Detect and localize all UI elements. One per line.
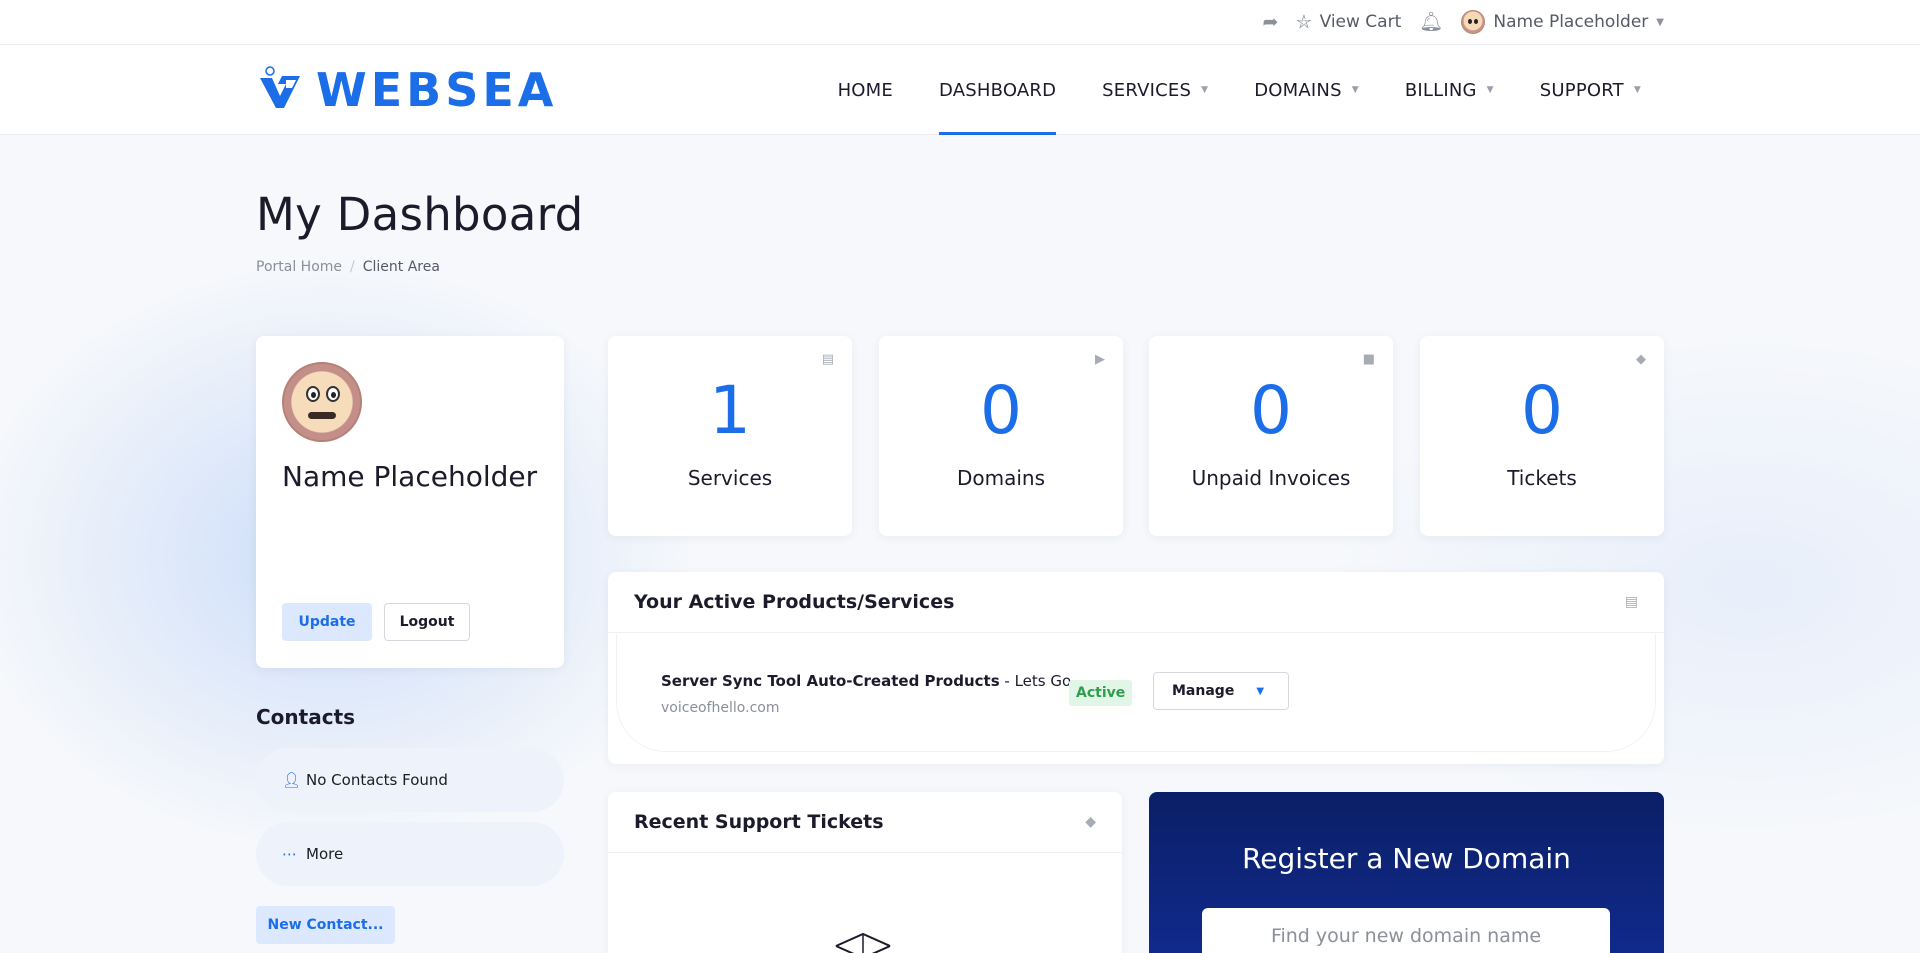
logo-text: WEBSEA (316, 63, 558, 117)
breadcrumb-portal-home[interactable]: Portal Home (256, 259, 342, 275)
no-contacts-label: No Contacts Found (306, 771, 448, 789)
bell-icon[interactable]: 🔔︎ (1419, 12, 1443, 32)
recent-tickets-panel: Recent Support Tickets ◆ (608, 792, 1122, 953)
basket-icon: ⛦ (1296, 10, 1312, 33)
share-icon[interactable]: ➦ (1262, 12, 1278, 32)
product-domain: voiceofhello.com (661, 700, 780, 716)
user-menu[interactable]: Name Placeholder ▼ (1461, 10, 1664, 34)
list-item-more[interactable]: ⋯ More (256, 822, 564, 886)
domain-search-input[interactable] (1202, 908, 1610, 953)
stat-label: Domains (956, 466, 1046, 490)
server-icon: ▤ (821, 352, 834, 367)
logout-button[interactable]: Logout (384, 603, 470, 641)
stat-value: 0 (1250, 372, 1292, 449)
breadcrumb-separator: / (350, 259, 355, 275)
chevron-down-icon: ▼ (1201, 85, 1209, 95)
nav-domains-label: DOMAINS (1254, 79, 1342, 101)
stat-value: 0 (980, 372, 1022, 449)
logo[interactable]: WEBSEA (256, 62, 557, 118)
empty-box-icon (835, 932, 891, 953)
list-item[interactable]: Server Sync Tool Auto-Created Products -… (616, 634, 1656, 752)
nav-domains[interactable]: DOMAINS ▼ (1231, 45, 1382, 135)
view-cart-link[interactable]: ⛦ View Cart (1296, 12, 1401, 32)
ticket-icon: ◆ (1636, 352, 1646, 367)
nav-dashboard-label: DASHBOARD (938, 79, 1057, 101)
stat-label: Services (687, 466, 773, 490)
avatar-mouth (308, 412, 336, 419)
panel-header: Recent Support Tickets ◆ (608, 792, 1122, 853)
panel-title: Recent Support Tickets (634, 811, 884, 833)
nav-dashboard[interactable]: DASHBOARD (916, 45, 1079, 135)
main-navbar: WEBSEA HOME DASHBOARD SERVICES ▼ DOMAINS… (0, 45, 1920, 135)
page-title: My Dashboard (256, 188, 584, 241)
stat-value: 1 (709, 372, 751, 449)
profile-name: Name Placeholder (282, 460, 538, 493)
view-cart-label: View Cart (1319, 12, 1402, 32)
stat-tile-tickets[interactable]: ◆ 0 Tickets (1420, 336, 1664, 536)
ticket-icon: ◆ (1085, 814, 1096, 830)
top-utility-bar: ➦ ⛦ View Cart 🔔︎ Name Placeholder ▼ (0, 0, 1920, 45)
breadcrumb-client-area: Client Area (362, 259, 440, 275)
nav-billing-label: BILLING (1404, 79, 1477, 101)
more-label: More (306, 845, 344, 863)
update-button[interactable]: Update (282, 603, 372, 641)
manage-dropdown-button[interactable]: Manage ▼ (1153, 672, 1289, 710)
avatar-eye (326, 386, 340, 402)
avatar-eye (306, 386, 320, 402)
profile-card: Name Placeholder Update Logout (256, 336, 564, 668)
user-name: Name Placeholder (1493, 12, 1649, 32)
chevron-down-icon: ▼ (1351, 85, 1359, 95)
file-icon: ■ (1362, 352, 1375, 367)
product-suffix: - Lets Go (999, 672, 1072, 690)
register-domain-card: Register a New Domain (1149, 792, 1664, 953)
stat-tile-unpaid-invoices[interactable]: ■ 0 Unpaid Invoices (1149, 336, 1393, 536)
stat-label: Unpaid Invoices (1191, 466, 1351, 490)
top-utility-items: ➦ ⛦ View Cart 🔔︎ Name Placeholder ▼ (1262, 0, 1664, 44)
avatar (1461, 10, 1486, 34)
panel-title: Your Active Products/Services (634, 591, 955, 613)
chevron-down-icon: ▼ (1486, 85, 1494, 95)
nav-services[interactable]: SERVICES ▼ (1079, 45, 1231, 135)
nav-home-label: HOME (837, 79, 893, 101)
logo-mark-icon (260, 66, 300, 108)
user-icon: 👤︎ (282, 771, 302, 789)
nav-billing[interactable]: BILLING ▼ (1382, 45, 1517, 135)
contacts-title: Contacts (256, 705, 356, 729)
breadcrumb: Portal Home / Client Area (256, 259, 440, 275)
avatar (282, 362, 362, 442)
server-icon: ▤ (1624, 594, 1638, 610)
chevron-down-icon: ▼ (1256, 685, 1265, 697)
product-name: Server Sync Tool Auto-Created Products -… (661, 672, 1071, 690)
stat-tile-domains[interactable]: ▶ 0 Domains (879, 336, 1123, 536)
nav-support-label: SUPPORT (1539, 79, 1624, 101)
new-contact-button[interactable]: New Contact... (256, 906, 395, 944)
status-badge: Active (1069, 680, 1133, 706)
active-products-panel: Your Active Products/Services ▤ Server S… (608, 572, 1664, 764)
chevron-down-icon: ▼ (1656, 16, 1664, 28)
list-item-no-contacts: 👤︎ No Contacts Found (256, 748, 564, 812)
register-domain-title: Register a New Domain (1242, 842, 1571, 875)
chevron-down-icon: ▼ (1633, 85, 1641, 95)
main-nav: HOME DASHBOARD SERVICES ▼ DOMAINS ▼ BILL… (815, 45, 1664, 135)
nav-services-label: SERVICES (1102, 79, 1192, 101)
stat-value: 0 (1521, 372, 1563, 449)
product-title: Server Sync Tool Auto-Created Products (661, 672, 1000, 690)
ellipsis-icon: ⋯ (282, 845, 297, 863)
stat-label: Tickets (1507, 466, 1577, 490)
stat-tile-services[interactable]: ▤ 1 Services (608, 336, 852, 536)
tag-icon: ▶ (1095, 352, 1105, 367)
manage-label: Manage (1172, 683, 1235, 699)
nav-home[interactable]: HOME (815, 45, 916, 135)
panel-header: Your Active Products/Services ▤ (608, 572, 1664, 633)
nav-support[interactable]: SUPPORT ▼ (1517, 45, 1664, 135)
